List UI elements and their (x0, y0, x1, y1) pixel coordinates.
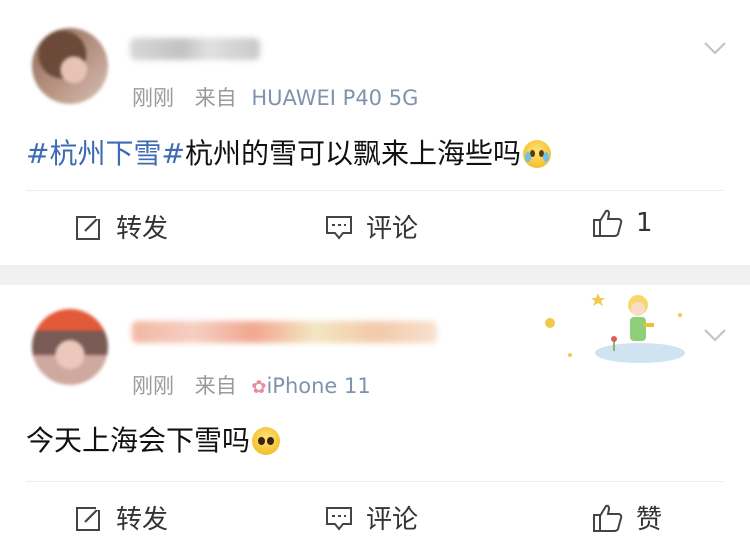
weibo-post-2[interactable]: 刚刚 来自 ✿iPhone 11 今天上海会下雪吗 转发 评论 赞 (0, 285, 750, 560)
thumbs-up-icon (593, 209, 623, 237)
username-blurred[interactable] (130, 38, 260, 60)
post-source[interactable]: iPhone 11 (266, 374, 370, 398)
like-button[interactable]: 1 (592, 208, 653, 238)
repost-button[interactable]: 转发 (74, 499, 168, 536)
crying-face-emoji-icon (522, 140, 551, 168)
flower-icon: ✿ (251, 377, 267, 398)
little-prince-card-decoration (545, 293, 685, 363)
username-blurred[interactable] (132, 321, 437, 343)
repost-label: 转发 (116, 505, 169, 535)
post-meta: 刚刚 来自 ✿iPhone 11 (132, 370, 371, 400)
divider (26, 190, 724, 191)
post-separator (0, 265, 750, 285)
from-label: 来自 (194, 374, 237, 398)
chevron-down-icon[interactable] (702, 34, 728, 60)
post-text: 今天上海会下雪吗 (26, 424, 251, 457)
like-button[interactable]: 赞 (592, 499, 662, 536)
like-count: 1 (636, 208, 653, 238)
topic-link[interactable]: #杭州下雪# (26, 137, 185, 170)
comment-button[interactable]: 评论 (324, 499, 418, 536)
thumbs-up-icon (593, 504, 623, 532)
comment-label: 评论 (366, 214, 419, 244)
repost-button[interactable]: 转发 (74, 208, 168, 245)
repost-icon (76, 213, 103, 240)
post-time: 刚刚 (132, 86, 174, 110)
comment-button[interactable]: 评论 (324, 208, 418, 245)
pleading-face-emoji-icon (252, 427, 281, 455)
comment-label: 评论 (366, 505, 419, 535)
from-label: 来自 (194, 86, 237, 110)
comment-icon (326, 215, 352, 240)
repost-icon (76, 504, 103, 531)
post-time: 刚刚 (132, 374, 174, 398)
avatar[interactable] (32, 309, 108, 385)
repost-label: 转发 (116, 214, 169, 244)
post-source[interactable]: HUAWEI P40 5G (251, 86, 418, 110)
post-content: 今天上海会下雪吗 (26, 419, 281, 459)
post-content: #杭州下雪#杭州的雪可以飘来上海些吗 (26, 132, 551, 172)
post-meta: 刚刚 来自 HUAWEI P40 5G (132, 82, 418, 112)
comment-icon (326, 506, 352, 531)
avatar[interactable] (32, 28, 108, 104)
weibo-post-1[interactable]: 刚刚 来自 HUAWEI P40 5G #杭州下雪#杭州的雪可以飘来上海些吗 转… (0, 0, 750, 265)
like-label: 赞 (636, 505, 663, 535)
chevron-down-icon[interactable] (702, 321, 728, 347)
divider (26, 481, 724, 482)
post-text: 杭州的雪可以飘来上海些吗 (184, 137, 521, 170)
